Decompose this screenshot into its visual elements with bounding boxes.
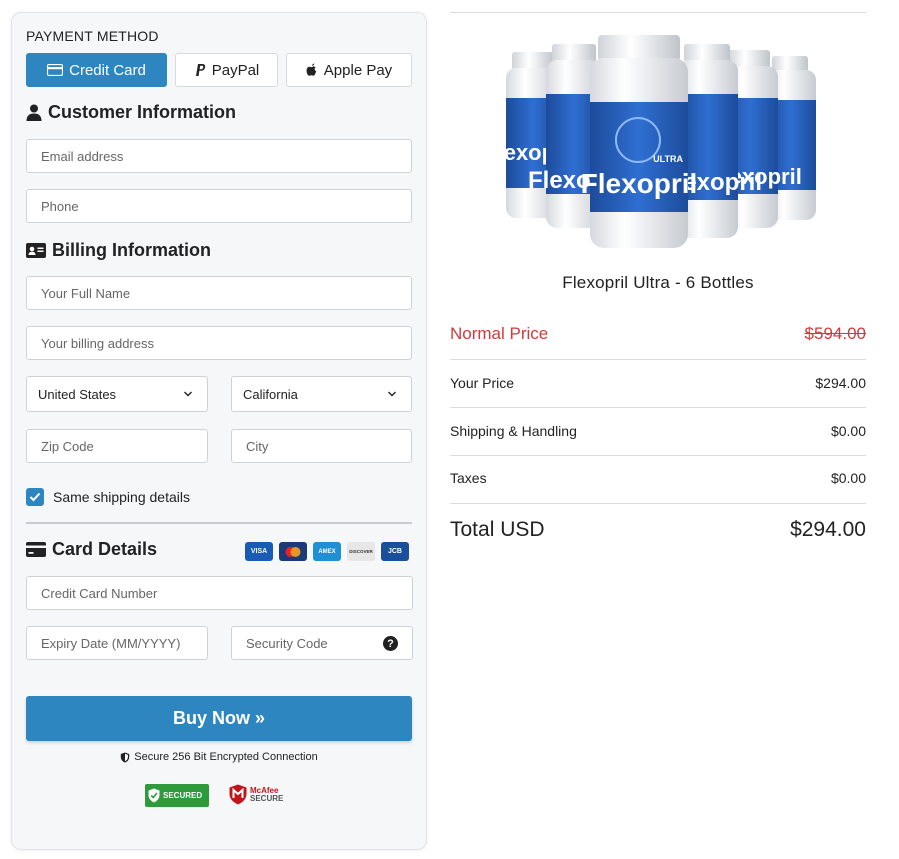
accepted-cards: VISA AMEX DISCOVER JCB (245, 542, 409, 561)
same-shipping-checkbox[interactable] (26, 488, 44, 506)
state-select-value: California (243, 386, 298, 402)
row-divider (450, 359, 866, 360)
product-name: Flexopril Ultra - 6 Bottles (562, 273, 754, 292)
country-select-value: United States (38, 386, 117, 402)
secure-connection-text: Secure 256 Bit Encrypted Connection (134, 751, 318, 763)
customer-info-heading-text: Customer Information (48, 102, 237, 122)
taxes-row: Taxes $0.00 (450, 470, 866, 486)
user-icon (26, 104, 42, 121)
row-divider (450, 455, 866, 456)
svg-text:Flexopril: Flexopril (581, 168, 698, 199)
credit-card-icon (47, 64, 64, 76)
your-price-value: $294.00 (815, 375, 866, 391)
bottle-front: ULTRA Flexopril (581, 35, 698, 248)
credit-card-method-button[interactable]: Credit Card (26, 53, 167, 87)
shipping-row: Shipping & Handling $0.00 (450, 423, 866, 439)
buy-now-button[interactable]: Buy Now » (26, 696, 412, 741)
country-select[interactable]: United States (26, 376, 208, 412)
customer-info-heading: Customer Information (26, 102, 236, 123)
row-divider (450, 407, 866, 408)
billing-info-heading: Billing Information (26, 240, 211, 261)
credit-card-icon (26, 542, 46, 557)
paypal-method-button[interactable]: PayPal (175, 53, 278, 87)
checkout-card: PAYMENT METHOD Credit Card PayPal Apple … (11, 12, 427, 850)
summary-top-rule (450, 12, 866, 13)
billing-info-heading-text: Billing Information (52, 240, 211, 260)
mastercard-logo (279, 542, 307, 561)
paypal-icon (195, 64, 205, 76)
discover-logo: DISCOVER (347, 542, 375, 561)
help-icon[interactable]: ? (383, 636, 398, 651)
apple-icon (306, 63, 316, 76)
your-price-label: Your Price (450, 375, 515, 391)
shield-check-icon (148, 788, 160, 803)
normal-price-row: Normal Price $594.00 (450, 324, 866, 344)
same-shipping-label: Same shipping details (53, 489, 190, 505)
total-value: $294.00 (790, 518, 866, 541)
secured-badge: SECURED (145, 784, 209, 807)
taxes-value: $0.00 (830, 470, 866, 486)
chevron-down-icon (388, 391, 396, 397)
zip-code-field[interactable]: Zip Code (26, 429, 208, 463)
svg-text:ULTRA: ULTRA (653, 154, 683, 164)
your-price-row: Your Price $294.00 (450, 375, 866, 391)
mcafee-shield-icon (229, 784, 247, 805)
billing-address-field[interactable]: Your billing address (26, 326, 412, 360)
shipping-value: $0.00 (830, 423, 866, 439)
total-row: Total USD $294.00 (450, 518, 866, 542)
mcafee-badge: McAfee SECURE (229, 784, 283, 805)
full-name-field[interactable]: Your Full Name (26, 276, 412, 310)
total-label: Total USD (450, 518, 545, 541)
shield-icon (121, 752, 130, 762)
phone-field[interactable]: Phone (26, 189, 412, 223)
apple-pay-method-button[interactable]: Apple Pay (286, 53, 412, 87)
credit-card-method-label: Credit Card (69, 61, 146, 79)
product-bottles-image: Flexopril Flexopril Flexopril Flexopril … (500, 35, 816, 248)
secured-badge-text: SECURED (163, 790, 203, 800)
expiry-date-field[interactable]: Expiry Date (MM/YYYY) (26, 626, 208, 660)
visa-logo: VISA (245, 542, 273, 561)
apple-pay-method-label: Apple Pay (323, 61, 393, 79)
row-divider (450, 503, 866, 504)
address-card-icon (26, 243, 46, 258)
section-divider (26, 522, 412, 524)
same-shipping-row[interactable]: Same shipping details (26, 488, 190, 506)
normal-price-value: $594.00 (804, 324, 866, 343)
card-details-heading: Card Details (26, 539, 157, 560)
mastercard-circles-icon (285, 546, 301, 557)
amex-logo: AMEX (313, 542, 341, 561)
payment-method-title: PAYMENT METHOD (26, 28, 159, 44)
normal-price-label: Normal Price (450, 324, 549, 343)
mcafee-badge-line2: SECURE (250, 793, 284, 803)
checkmark-icon (29, 492, 41, 502)
taxes-label: Taxes (450, 470, 487, 486)
chevron-down-icon (184, 391, 192, 397)
jcb-logo: JCB (381, 542, 409, 561)
email-field[interactable]: Email address (26, 139, 412, 173)
secure-connection-note: Secure 256 Bit Encrypted Connection (12, 751, 426, 763)
shipping-label: Shipping & Handling (450, 423, 577, 439)
card-details-heading-text: Card Details (52, 539, 158, 559)
city-field[interactable]: City (231, 429, 412, 463)
card-number-field[interactable]: Credit Card Number (26, 576, 413, 610)
paypal-method-label: PayPal (211, 61, 260, 79)
state-select[interactable]: California (231, 376, 412, 412)
